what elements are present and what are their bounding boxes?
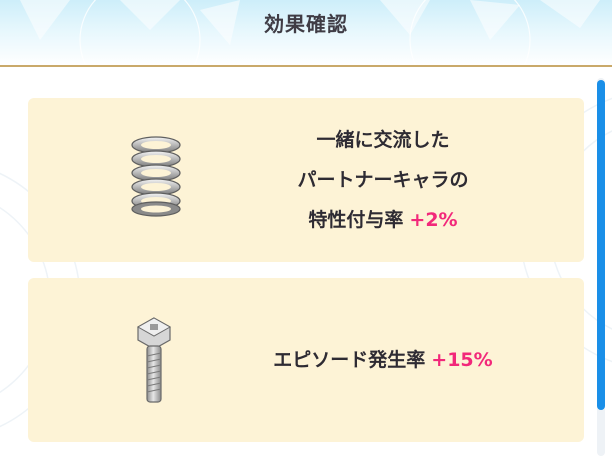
effect-label: 特性付与率	[308, 209, 404, 231]
page-title: 効果確認	[264, 12, 348, 36]
effect-description: 一緒に交流した パートナーキャラの 特性付与率 +2%	[228, 120, 538, 240]
effect-line-1: 一緒に交流した	[316, 129, 450, 151]
header-divider	[0, 65, 612, 67]
effect-line-3: 特性付与率 +2%	[228, 200, 538, 240]
effect-value: +15%	[431, 349, 493, 371]
effect-card-episode-rate: エピソード発生率 +15%	[28, 278, 584, 442]
effect-value: +2%	[409, 209, 458, 231]
effect-line-2: パートナーキャラの	[297, 169, 469, 191]
effect-label: エピソード発生率	[273, 349, 426, 371]
effect-card-partner-trait: 一緒に交流した パートナーキャラの 特性付与率 +2%	[28, 98, 584, 262]
bolt-icon	[132, 316, 176, 412]
scrollbar-thumb[interactable]	[597, 80, 605, 410]
spring-icon	[128, 135, 184, 223]
effect-description: エピソード発生率 +15%	[228, 340, 538, 380]
header-bar: 効果確認	[0, 0, 612, 66]
effect-line-1: エピソード発生率 +15%	[228, 340, 538, 380]
